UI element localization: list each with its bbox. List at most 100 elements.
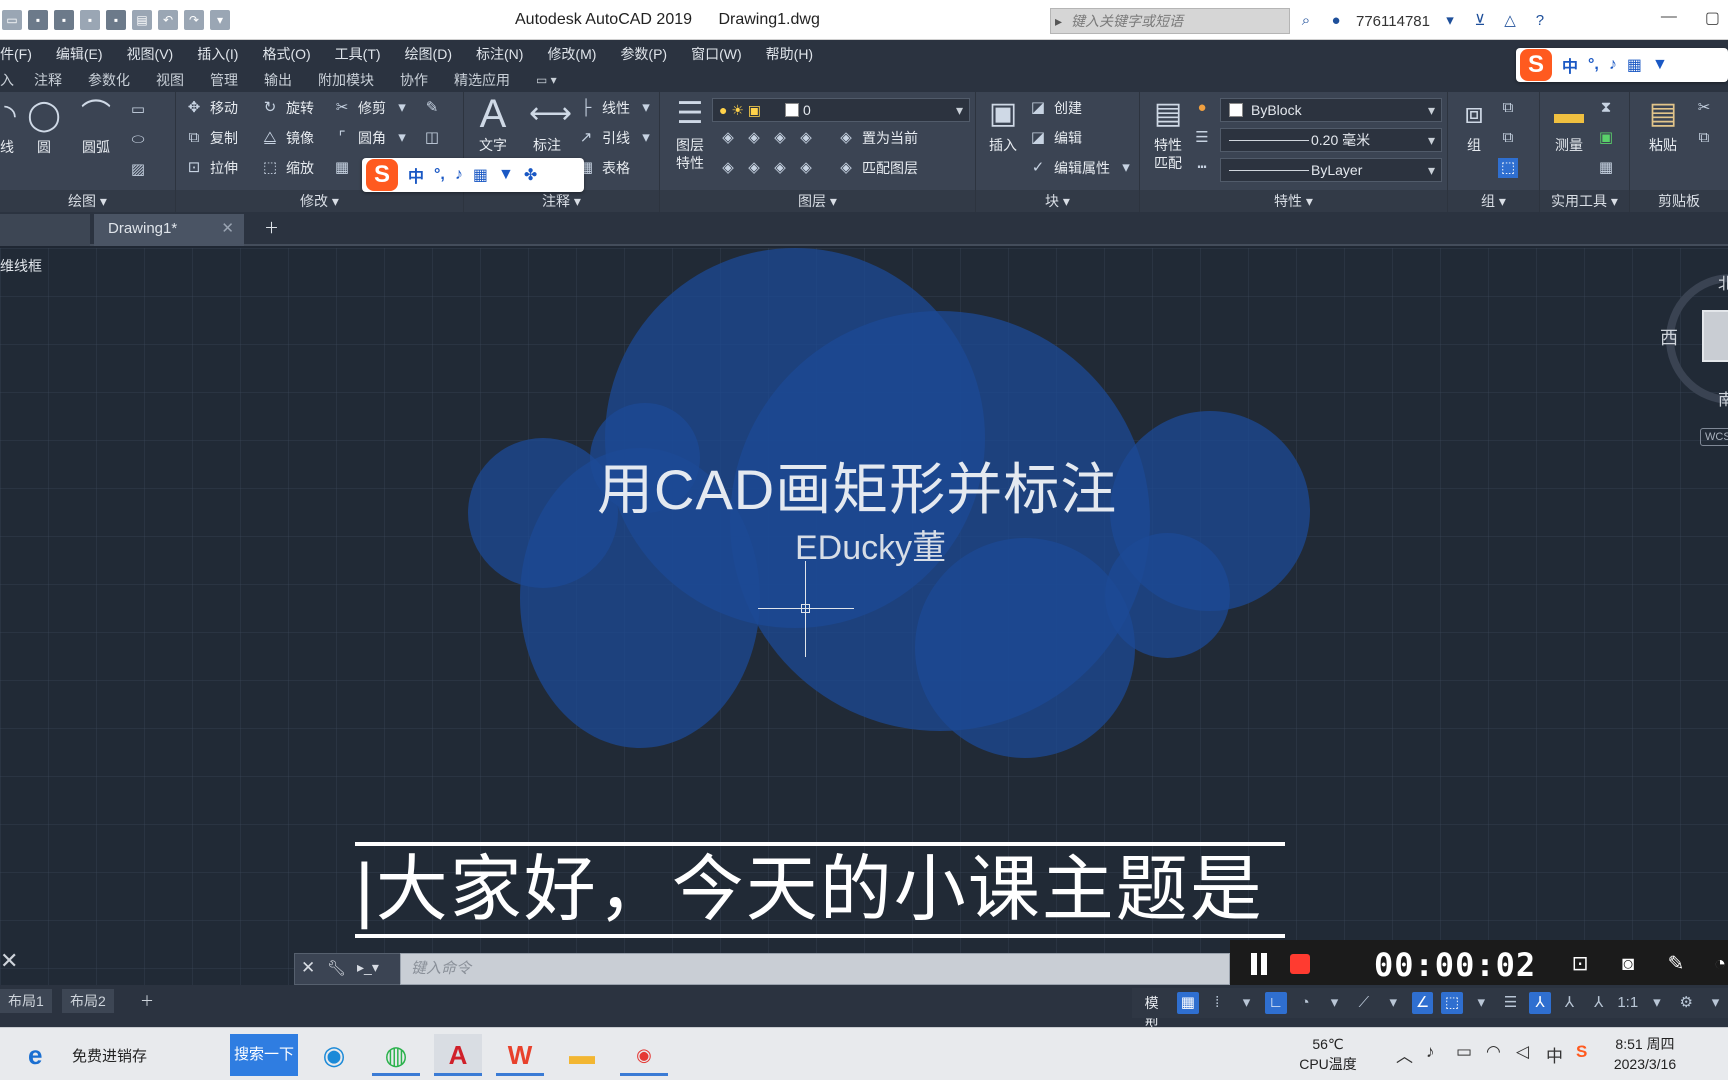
help-icon[interactable]: ? xyxy=(1530,11,1550,31)
keyboard-icon[interactable]: ▦ xyxy=(1627,55,1642,75)
panel-utilities-title[interactable]: 实用工具 ▾ xyxy=(1540,190,1629,212)
panel-groups-title[interactable]: 组 ▾ xyxy=(1448,190,1539,212)
linetype-button[interactable]: ┅ xyxy=(1192,158,1212,178)
viewcube-west[interactable]: 西 xyxy=(1660,324,1678,350)
group-button[interactable]: ⧈ 组 xyxy=(1452,96,1496,154)
auto-scale-icon[interactable]: ⅄ xyxy=(1559,992,1580,1014)
ime-lang[interactable]: 中 xyxy=(1562,53,1578,77)
stretch-button[interactable]: ⊡ 拉伸 xyxy=(184,158,238,178)
clock[interactable]: 8:51 周四 2023/3/16 xyxy=(1590,1034,1700,1074)
cpu-temp[interactable]: 56℃ CPU温度 xyxy=(1296,1034,1360,1074)
comment-icon[interactable]: ◔ xyxy=(1708,952,1728,976)
ime-punct[interactable]: °, xyxy=(1588,56,1599,74)
user-icon[interactable]: ● xyxy=(1326,11,1346,31)
chevron-down-icon[interactable]: ▾ xyxy=(1236,992,1257,1014)
wrench-icon[interactable]: 🔧︎ xyxy=(327,959,346,977)
set-current-button[interactable]: ◈ 置为当前 xyxy=(836,128,918,148)
user-id[interactable]: 776114781 xyxy=(1356,13,1430,30)
ribbon-display-icon[interactable]: ▭ ▾ xyxy=(536,73,557,87)
toolbox-icon[interactable]: ✤ xyxy=(524,165,537,185)
panel-properties-title[interactable]: 特性 ▾ xyxy=(1140,190,1447,212)
fillet-button[interactable]: ⌜ 圆角 ▾ xyxy=(332,128,412,148)
ortho-icon[interactable]: ∟ xyxy=(1265,992,1287,1014)
select-all-button[interactable]: ▣ xyxy=(1596,128,1616,148)
tab-layout2[interactable]: 布局2 xyxy=(62,989,114,1013)
skin-icon[interactable]: ▼ xyxy=(498,166,514,184)
ime-tray[interactable]: 中 xyxy=(1546,1042,1563,1067)
arc-button[interactable]: ⌒ 圆弧 xyxy=(74,98,118,156)
browser-search-text[interactable]: 免费进销存 xyxy=(72,1045,147,1066)
linear-button[interactable]: ├ 线性 ▾ xyxy=(576,98,656,118)
leader-button[interactable]: ↗ 引线 ▾ xyxy=(576,128,656,148)
command-prompt-icon[interactable]: ▸_▾ xyxy=(357,959,379,976)
color-select[interactable]: ByBlock xyxy=(1220,98,1442,122)
lineweight-display-icon[interactable]: ☰ xyxy=(1500,992,1521,1014)
create-block-button[interactable]: ◪ 创建 xyxy=(1028,98,1082,118)
skin-icon[interactable]: ▼ xyxy=(1652,56,1668,74)
camera-icon[interactable]: ◙ xyxy=(1616,952,1640,976)
viewcube-face[interactable] xyxy=(1702,310,1728,362)
dimension-button[interactable]: ⟷ 标注 xyxy=(522,96,572,154)
model-space-toggle[interactable]: 模型 xyxy=(1138,992,1165,1033)
annotation-scale-value[interactable]: 1:1 xyxy=(1617,992,1638,1014)
object-snap-tracking-icon[interactable]: ∠ xyxy=(1411,992,1434,1014)
folder-icon[interactable]: ▬ xyxy=(558,1034,606,1076)
line-button[interactable]: ◝ 线 xyxy=(0,98,22,156)
customize-qat-icon[interactable]: ▾ xyxy=(210,10,230,30)
match-layer-button[interactable]: ◈ 匹配图层 xyxy=(836,158,918,178)
save-as-icon[interactable]: ▪ xyxy=(54,10,74,30)
menu-dimension[interactable]: 标注(N) xyxy=(476,44,523,64)
ungroup-button[interactable]: ⧉ xyxy=(1498,98,1518,118)
tab-addins[interactable]: 附加模块 xyxy=(318,70,374,90)
menu-window[interactable]: 窗口(W) xyxy=(691,44,742,64)
erase-button[interactable]: ✎ xyxy=(422,98,442,118)
menu-modify[interactable]: 修改(M) xyxy=(547,44,596,64)
viewcube-south[interactable]: 南 xyxy=(1718,386,1728,410)
panel-annotation-title[interactable]: 注释 ▾ xyxy=(464,190,659,212)
redo-icon[interactable]: ↷ xyxy=(184,10,204,30)
isodraft-icon[interactable]: ⟋ xyxy=(1353,992,1374,1014)
tab-output[interactable]: 输出 xyxy=(264,70,292,90)
wechat-icon[interactable]: ◍ xyxy=(372,1034,420,1076)
new-tab-button[interactable]: ＋ xyxy=(256,214,286,246)
close-icon[interactable]: ✕ xyxy=(221,214,234,244)
lineweight-button[interactable]: ☰ xyxy=(1192,128,1212,148)
autocad-icon[interactable]: A xyxy=(434,1034,482,1076)
tab-parametric[interactable]: 参数化 xyxy=(88,70,130,90)
publish-icon[interactable]: ▪ xyxy=(106,10,126,30)
paste-button[interactable]: ▤ 粘贴 xyxy=(1638,96,1688,154)
search-button[interactable]: 搜索一下 xyxy=(230,1034,298,1076)
scale-button[interactable]: ⬚ 缩放 xyxy=(260,158,314,178)
tab-layout1[interactable]: 布局1 xyxy=(0,989,52,1013)
tab-insert[interactable]: 入 xyxy=(0,70,14,90)
tab-featured-apps[interactable]: 精选应用 xyxy=(454,70,510,90)
rectangle-button[interactable]: ▭ xyxy=(128,100,148,120)
rotate-button[interactable]: ↻ 旋转 xyxy=(260,98,314,118)
wifi-icon[interactable]: ◠ xyxy=(1486,1042,1501,1062)
tab-annotate[interactable]: 注释 xyxy=(34,70,62,90)
wps-icon[interactable]: W xyxy=(496,1034,544,1076)
quick-select-button[interactable]: ⧗ xyxy=(1596,98,1616,118)
table-button[interactable]: ▦ 表格 xyxy=(576,158,630,178)
browser-icon[interactable]: e xyxy=(28,1040,42,1071)
linetype-select[interactable]: ByLayer xyxy=(1220,158,1442,182)
measure-button[interactable]: ▬ 测量 xyxy=(1544,96,1594,154)
ime-punct[interactable]: °, xyxy=(434,166,445,184)
layer-select[interactable]: ● ☀ ▣ 0 xyxy=(712,98,970,122)
viewcube-north[interactable]: 北 xyxy=(1718,270,1728,294)
move-button[interactable]: ✥ 移动 xyxy=(184,98,238,118)
layer-tools-row-1[interactable]: ◈ ◈ ◈ ◈ xyxy=(718,128,816,148)
hatch-button[interactable]: ▨ xyxy=(128,160,148,180)
stop-icon[interactable] xyxy=(1290,954,1310,974)
sogou-logo-icon[interactable]: S xyxy=(366,159,398,191)
circle-button[interactable]: ◯ 圆 xyxy=(24,98,64,156)
undo-icon[interactable]: ↶ xyxy=(158,10,178,30)
explode-button[interactable]: ◫ xyxy=(422,128,442,148)
menu-file[interactable]: 件(F) xyxy=(0,44,32,64)
tab-collaborate[interactable]: 协作 xyxy=(400,70,428,90)
print-icon[interactable]: ▤ xyxy=(132,10,152,30)
exchange-icon[interactable]: △ xyxy=(1500,11,1520,31)
volume-icon[interactable]: ◁ xyxy=(1516,1042,1529,1062)
panel-draw-title[interactable]: 绘图 ▾ xyxy=(0,190,175,212)
edit-attributes-button[interactable]: ✓ 编辑属性 ▾ xyxy=(1028,158,1136,178)
